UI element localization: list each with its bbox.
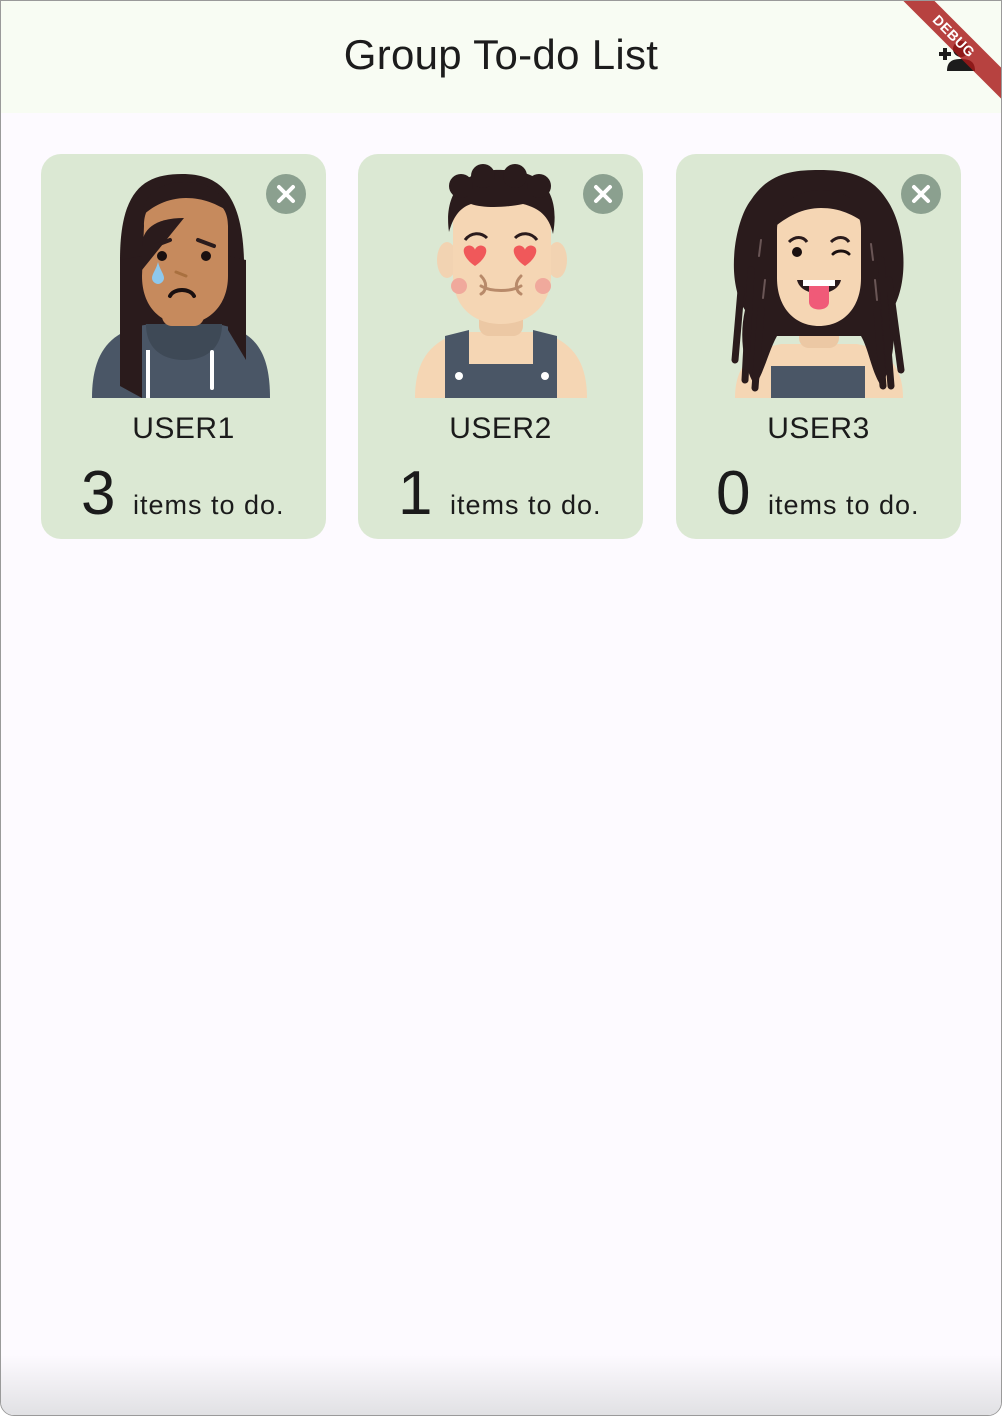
page-title: Group To-do List (343, 31, 659, 78)
person-add-icon (939, 41, 975, 71)
remove-user-button[interactable] (901, 174, 941, 214)
add-user-button[interactable] (937, 35, 977, 75)
app-window: Group To-do List DEBUG USER1 3 items to … (0, 0, 1002, 1416)
tongue-out-curly-hair-woman-avatar (731, 170, 905, 398)
user-card[interactable]: USER2 1 items to do. (358, 154, 643, 539)
app-bar: Group To-do List (1, 1, 1001, 113)
user-name: USER1 (132, 412, 235, 445)
sad-crying-woman-avatar (92, 174, 270, 398)
remove-user-button[interactable] (266, 174, 306, 214)
todo-count-label: items to do. (133, 490, 285, 520)
todo-count-label: items to do. (450, 490, 602, 520)
todo-count-label: items to do. (768, 490, 920, 520)
user-name: USER3 (767, 412, 870, 445)
user-card[interactable]: USER3 0 items to do. (676, 154, 961, 539)
remove-user-button[interactable] (583, 174, 623, 214)
todo-count: 1 (398, 459, 433, 528)
user-card[interactable]: USER1 3 items to do. (41, 154, 326, 539)
close-icon (912, 185, 930, 203)
user-name: USER2 (449, 412, 552, 445)
close-icon (277, 185, 295, 203)
todo-count: 3 (81, 459, 116, 528)
close-icon (594, 185, 612, 203)
heart-eyes-man-avatar (415, 164, 587, 398)
todo-count: 0 (716, 459, 751, 528)
bottom-edge-shadow (1, 1355, 1001, 1415)
